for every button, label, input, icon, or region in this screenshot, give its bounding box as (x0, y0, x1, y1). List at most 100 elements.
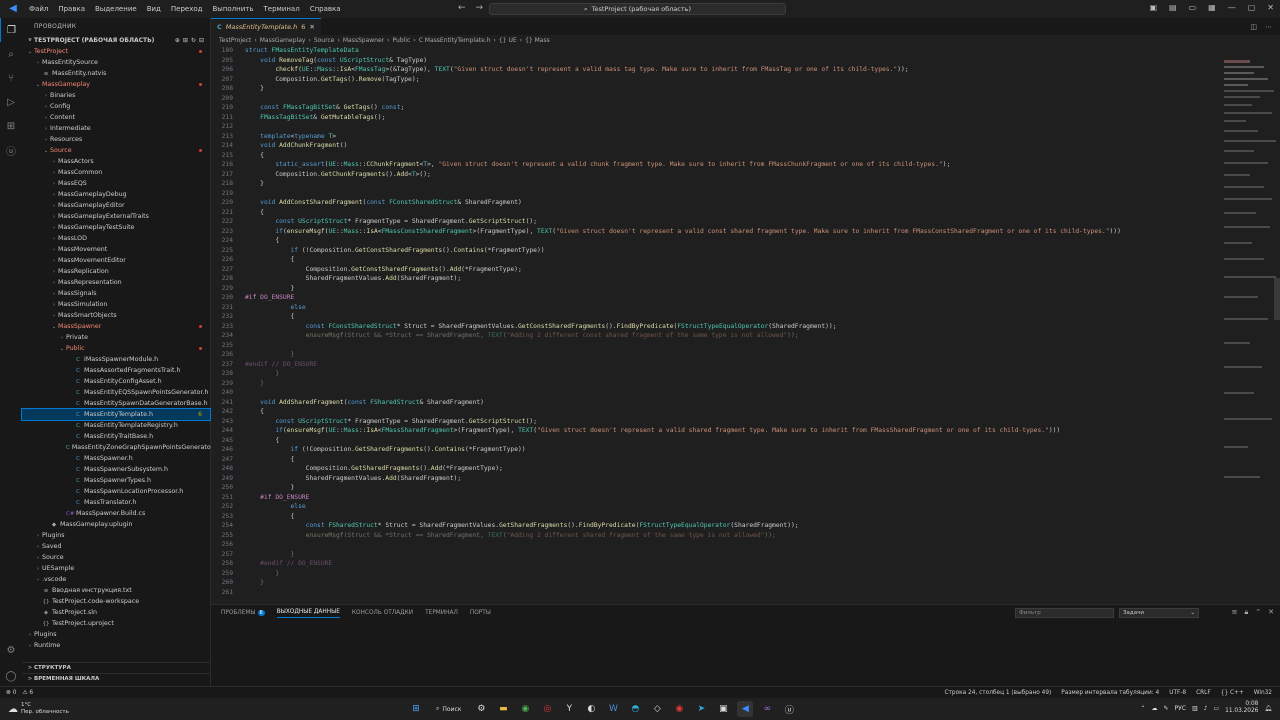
tree-item[interactable]: ⌄ TestProject (22, 46, 210, 57)
filter-list-icon[interactable]: ≡ (1232, 608, 1238, 617)
tree-item[interactable]: C MassEntityZoneGraphSpawnPointsGenerator… (22, 442, 219, 453)
word-icon[interactable]: W (605, 701, 621, 717)
panel-tab[interactable]: ВЫХОДНЫЕ ДАННЫЕ (276, 609, 340, 618)
tree-item[interactable]: ⌄ MassSpawner (22, 321, 210, 332)
breadcrumb-item[interactable]: Public (393, 37, 411, 44)
telegram-icon[interactable]: ➤ (693, 701, 709, 717)
tree-item[interactable]: › MassSignals (22, 288, 210, 299)
output-channel-select[interactable]: Задачи ⌄ (1119, 608, 1199, 618)
clock[interactable]: 0:08 11.03.2026 (1225, 701, 1258, 715)
breadcrumb-item[interactable]: MassSpawner (343, 37, 384, 44)
cloud-sync-icon[interactable]: ☁ (1151, 705, 1157, 712)
accounts-icon[interactable]: ◯ (0, 664, 22, 688)
tree-item[interactable]: › MassLOD (22, 233, 210, 244)
tree-item[interactable]: › Intermediate (22, 123, 210, 134)
timeline-section[interactable]: > ВРЕМЕННАЯ ШКАЛА (22, 673, 211, 684)
tree-item[interactable]: {} TestProject.code-workspace (22, 596, 210, 607)
tree-item[interactable]: C MassEntityTraitBase.h (22, 431, 210, 442)
tray-overflow-icon[interactable]: ⌃ (1140, 705, 1145, 712)
menu-2[interactable]: Правка (53, 5, 90, 13)
tree-item[interactable]: › Private (22, 332, 210, 343)
breadcrumb-item[interactable]: MassGameplay (260, 37, 306, 44)
tree-item[interactable]: ◆ MassGameplay.uplugin (22, 519, 210, 530)
tree-item[interactable]: › Resources (22, 134, 210, 145)
tree-item[interactable]: ⌄ MassGameplay (22, 79, 210, 90)
close-icon[interactable]: ✕ (1267, 3, 1274, 12)
language-indicator[interactable]: РУС (1175, 705, 1186, 712)
breadcrumb-item[interactable]: {} Mass (525, 37, 550, 44)
tree-item[interactable]: › MassSimulation (22, 299, 210, 310)
tree-item[interactable]: ⌄ Source (22, 145, 210, 156)
tree-item[interactable]: › Config (22, 101, 210, 112)
panel-tab[interactable]: ПОРТЫ (470, 610, 491, 616)
tree-item[interactable]: C MassEntityTemplateRegistry.h (22, 420, 210, 431)
menu-5[interactable]: Переход (166, 5, 208, 13)
menu-3[interactable]: Выделение (90, 5, 142, 13)
maximize-panel-icon[interactable]: ⌃ (1255, 608, 1261, 617)
yandex-icon[interactable]: Y (561, 701, 577, 717)
more-actions-icon[interactable]: ⋯ (1265, 23, 1272, 31)
tree-item[interactable]: › Content (22, 112, 210, 123)
minimize-icon[interactable]: — (1228, 3, 1236, 12)
tree-item[interactable]: › MassReplication (22, 266, 210, 277)
settings-app-icon[interactable]: ⚙ (473, 701, 489, 717)
tree-item[interactable]: › Source (22, 552, 210, 563)
tree-item[interactable]: C MassSpawnLocationProcessor.h (22, 486, 210, 497)
tree-item[interactable]: C MassEntityConfigAsset.h (22, 376, 210, 387)
tree-item[interactable]: ≡ MassEntity.natvis (22, 68, 210, 79)
layout-toggle-icon[interactable]: ▣ (1149, 3, 1157, 12)
outline-section[interactable]: > СТРУКТУРА (22, 662, 211, 673)
search-icon[interactable]: ⌕ (0, 42, 22, 66)
tree-item[interactable]: › MassSmartObjects (22, 310, 210, 321)
capture-icon[interactable]: ◉ (671, 701, 687, 717)
breadcrumb-item[interactable]: TestProject (219, 37, 251, 44)
tree-item[interactable]: › Binaries (22, 90, 210, 101)
run-debug-icon[interactable]: ▷ (0, 90, 22, 114)
tree-item[interactable]: › MassEntitySource (22, 57, 210, 68)
settings-gear-icon[interactable]: ⚙ (0, 638, 22, 662)
tree-item[interactable]: › UESample (22, 563, 210, 574)
tree-item[interactable]: › MassMovementEditor (22, 255, 210, 266)
close-panel-icon[interactable]: ✕ (1268, 608, 1274, 617)
status-item[interactable]: CRLF (1196, 690, 1211, 696)
minimap[interactable] (1218, 46, 1280, 604)
edge-icon[interactable]: ◓ (627, 701, 643, 717)
tree-item[interactable]: › Saved (22, 541, 210, 552)
tree-item[interactable]: C IMassSpawnerModule.h (22, 354, 210, 365)
menu-6[interactable]: Выполнить (207, 5, 258, 13)
pen-icon[interactable]: ✎ (1163, 705, 1168, 712)
status-item[interactable]: Строка 24, столбец 1 (выбрано 49) (945, 690, 1052, 696)
tree-item[interactable]: C MassSpawner.h (22, 453, 210, 464)
refresh-icon[interactable]: ↻ (191, 37, 196, 44)
tree-item[interactable]: › MassGameplayEditor (22, 200, 210, 211)
lock-icon[interactable]: 🔒︎ (1245, 608, 1249, 617)
back-arrow-icon[interactable]: ← (458, 3, 466, 13)
customize-layout-icon[interactable]: ▦ (1208, 3, 1216, 12)
tree-item[interactable]: › MassMovement (22, 244, 210, 255)
chrome-icon[interactable]: ◉ (517, 701, 533, 717)
tree-item[interactable]: C MassEntityTemplate.h 6 (21, 408, 211, 421)
output-filter-input[interactable]: Фильтр (1015, 608, 1114, 618)
tree-item[interactable]: › MassGameplayDebug (22, 189, 210, 200)
menu-4[interactable]: Вид (142, 5, 166, 13)
tree-item[interactable]: › MassGameplayTestSuite (22, 222, 210, 233)
tree-item[interactable]: › Runtime (22, 640, 210, 651)
volume-icon[interactable]: ♪ (1204, 705, 1208, 712)
tree-item[interactable]: C# MassSpawner.Build.cs (22, 508, 210, 519)
collapse-all-icon[interactable]: ⊟ (199, 37, 204, 44)
menu-8[interactable]: Справка (305, 5, 346, 13)
tree-item[interactable]: › Plugins (22, 629, 210, 640)
notifications-icon[interactable]: 🔔︎ (1264, 705, 1272, 712)
panel-tab[interactable]: ПРОБЛЕМЫ 6 (221, 610, 265, 616)
panel-toggle-icon[interactable]: ▭ (1189, 3, 1197, 12)
tree-item[interactable]: C MassEntityEQSSpawnPointsGenerator.h (22, 387, 210, 398)
status-item[interactable]: ⊗ 0 (6, 690, 16, 696)
breadcrumb-item[interactable]: Source (314, 37, 335, 44)
opera-icon[interactable]: ◎ (539, 701, 555, 717)
unreal-icon[interactable]: ⓤ (0, 138, 22, 162)
tab-close-icon[interactable]: ✕ (309, 23, 314, 31)
network-icon[interactable]: ▥ (1192, 705, 1198, 712)
new-file-icon[interactable]: ⊕ (175, 37, 180, 44)
battery-icon[interactable]: ▭ (1214, 705, 1220, 712)
source-control-icon[interactable]: ⑂ (0, 66, 22, 90)
